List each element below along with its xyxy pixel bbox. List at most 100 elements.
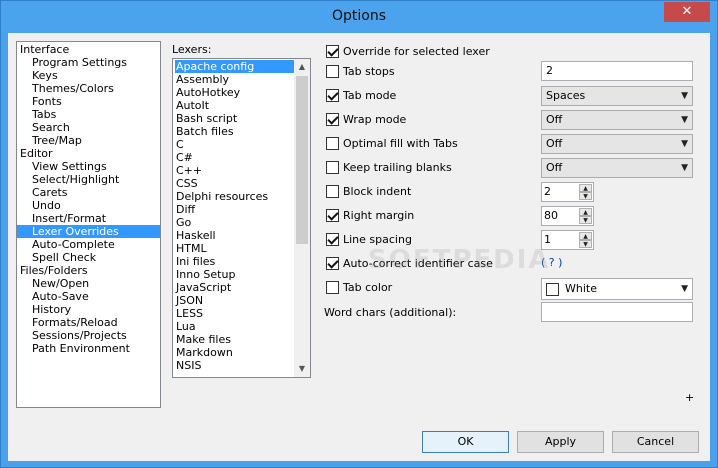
spin-up-icon[interactable]: ▲ — [579, 208, 592, 216]
lexer-item[interactable]: AutoIt — [175, 99, 295, 112]
checkbox-icon[interactable] — [326, 208, 339, 222]
checkbox-icon[interactable] — [326, 136, 339, 150]
lexer-item[interactable]: Ini files — [175, 255, 295, 268]
scroll-down-icon[interactable]: ▼ — [294, 361, 310, 377]
override-checkbox[interactable]: Override for selected lexer — [326, 43, 490, 59]
optimal-fill-checkbox[interactable]: Optimal fill with Tabs — [326, 135, 458, 151]
spin-up-icon[interactable]: ▲ — [579, 232, 592, 240]
lexer-item[interactable]: JavaScript — [175, 281, 295, 294]
lexer-item[interactable]: JSON — [175, 294, 295, 307]
lexer-item[interactable]: LESS — [175, 307, 295, 320]
tree-item[interactable]: Tree/Map — [17, 134, 160, 147]
tree-item[interactable]: Sessions/Projects — [17, 329, 160, 342]
keep-trailing-checkbox[interactable]: Keep trailing blanks — [326, 159, 452, 175]
lexer-item[interactable]: NSIS — [175, 359, 295, 372]
checkbox-icon[interactable] — [326, 280, 339, 294]
scroll-thumb[interactable] — [296, 76, 308, 244]
word-chars-input[interactable] — [541, 302, 693, 322]
tab-color-checkbox[interactable]: Tab color — [326, 279, 392, 295]
tree-item[interactable]: Insert/Format — [17, 212, 160, 225]
checkbox-icon[interactable] — [326, 64, 339, 78]
tree-item[interactable]: Carets — [17, 186, 160, 199]
title-bar[interactable]: Options ✕ — [1, 1, 717, 33]
close-button[interactable]: ✕ — [664, 2, 710, 22]
lexer-item[interactable]: C++ — [175, 164, 295, 177]
lexer-item[interactable]: Batch files — [175, 125, 295, 138]
line-spacing-checkbox[interactable]: Line spacing — [326, 231, 412, 247]
tab-mode-select[interactable]: Spaces ▼ — [541, 86, 693, 106]
plus-icon[interactable]: + — [685, 391, 694, 404]
keep-trailing-select[interactable]: Off ▼ — [541, 158, 693, 178]
tree-item[interactable]: Undo — [17, 199, 160, 212]
lexer-item[interactable]: Haskell — [175, 229, 295, 242]
lexers-list[interactable]: Apache config Assembly AutoHotkey AutoIt Bas… — [172, 58, 311, 378]
lexer-item[interactable]: C — [175, 138, 295, 151]
tree-item[interactable]: Program Settings — [17, 56, 160, 69]
lexer-item[interactable]: Make files — [175, 333, 295, 346]
tree-item[interactable]: Auto-Complete — [17, 238, 160, 251]
wrap-mode-select[interactable]: Off ▼ — [541, 110, 693, 130]
lexer-item[interactable]: Assembly — [175, 73, 295, 86]
block-indent-checkbox[interactable]: Block indent — [326, 183, 411, 199]
tree-item[interactable]: Search — [17, 121, 160, 134]
tree-item[interactable]: Themes/Colors — [17, 82, 160, 95]
lexer-item[interactable]: Bash script — [175, 112, 295, 125]
tree-item[interactable]: Fonts — [17, 95, 160, 108]
lexer-item[interactable]: Go — [175, 216, 295, 229]
tree-item[interactable]: Interface — [17, 43, 160, 56]
tree-item[interactable]: Keys — [17, 69, 160, 82]
spin-down-icon[interactable]: ▼ — [579, 240, 592, 248]
lexer-item[interactable]: HTML — [175, 242, 295, 255]
checkbox-icon[interactable] — [326, 112, 339, 126]
category-tree[interactable]: Interface Program Settings Keys Themes/Colo… — [16, 41, 161, 408]
lexer-item[interactable]: Inno Setup — [175, 268, 295, 281]
line-spacing-spinner[interactable]: 1 ▲ ▼ — [541, 230, 594, 250]
checkbox-icon[interactable] — [326, 256, 339, 270]
tab-mode-checkbox[interactable]: Tab mode — [326, 87, 396, 103]
help-link[interactable]: ( ? ) — [541, 256, 562, 269]
tree-item[interactable]: History — [17, 303, 160, 316]
checkbox-icon[interactable] — [326, 88, 339, 102]
lexer-item[interactable]: AutoHotkey — [175, 86, 295, 99]
lexer-item[interactable]: C# — [175, 151, 295, 164]
checkbox-icon[interactable] — [326, 232, 339, 246]
tree-item[interactable]: Auto-Save — [17, 290, 160, 303]
tab-stops-input[interactable]: 2 — [541, 61, 693, 81]
right-margin-checkbox[interactable]: Right margin — [326, 207, 414, 223]
lexer-item[interactable]: Diff — [175, 203, 295, 216]
lexer-item[interactable]: Apache config — [175, 60, 295, 73]
tab-color-select[interactable]: White ▼ — [541, 278, 693, 300]
spin-up-icon[interactable]: ▲ — [579, 184, 592, 192]
tree-item[interactable]: Files/Folders — [17, 264, 160, 277]
autocorrect-checkbox[interactable]: Auto-correct identifier case — [326, 255, 493, 271]
tree-item[interactable]: Lexer Overrides — [17, 225, 160, 238]
scroll-up-icon[interactable]: ▲ — [294, 59, 310, 75]
checkbox-icon[interactable] — [326, 160, 339, 174]
tree-item[interactable]: Formats/Reload — [17, 316, 160, 329]
tree-item[interactable]: Path Environment — [17, 342, 160, 355]
block-indent-spinner[interactable]: 2 ▲ ▼ — [541, 182, 594, 202]
lexer-item[interactable]: Lua — [175, 320, 295, 333]
cancel-button[interactable]: Cancel — [612, 431, 699, 453]
tree-item[interactable]: Select/Highlight — [17, 173, 160, 186]
tree-item[interactable]: Tabs — [17, 108, 160, 121]
lexers-scrollbar[interactable]: ▲ ▼ — [294, 59, 310, 377]
spin-down-icon[interactable]: ▼ — [579, 216, 592, 224]
tree-item[interactable]: Spell Check — [17, 251, 160, 264]
apply-button[interactable]: Apply — [517, 431, 604, 453]
right-margin-spinner[interactable]: 80 ▲ ▼ — [541, 206, 594, 226]
ok-button[interactable]: OK — [422, 431, 509, 453]
checkbox-icon[interactable] — [326, 44, 339, 58]
lexer-item[interactable]: Markdown — [175, 346, 295, 359]
wrap-mode-checkbox[interactable]: Wrap mode — [326, 111, 406, 127]
tree-item[interactable]: Editor — [17, 147, 160, 160]
tree-item[interactable]: View Settings — [17, 160, 160, 173]
checkbox-icon[interactable] — [326, 184, 339, 198]
lexer-item[interactable]: Delphi resources — [175, 190, 295, 203]
spin-down-icon[interactable]: ▼ — [579, 192, 592, 200]
tab-stops-checkbox[interactable]: Tab stops — [326, 63, 395, 79]
tree-item[interactable]: New/Open — [17, 277, 160, 290]
optimal-fill-select[interactable]: Off ▼ — [541, 134, 693, 154]
lexer-item[interactable]: CSS — [175, 177, 295, 190]
dialog-client: Interface Program Settings Keys Themes/Colo… — [8, 33, 710, 461]
